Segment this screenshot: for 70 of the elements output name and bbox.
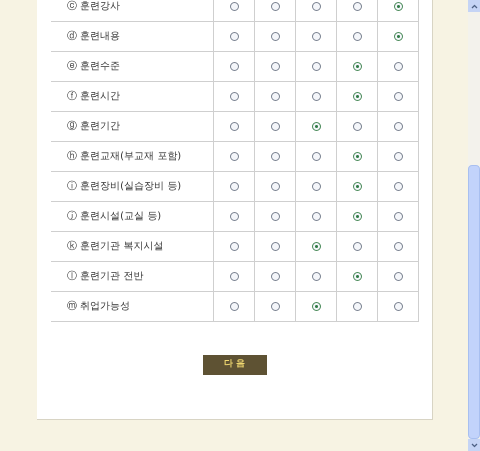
- question-label: ⓖ 훈련기간: [51, 112, 213, 142]
- radio-button[interactable]: [312, 62, 320, 71]
- radio-button[interactable]: [270, 62, 280, 71]
- radio-button[interactable]: [312, 122, 320, 131]
- radio-button[interactable]: [230, 212, 238, 221]
- radio-button[interactable]: [270, 152, 280, 161]
- radio-button[interactable]: [394, 152, 402, 161]
- radio-button[interactable]: [312, 2, 320, 11]
- radio-button[interactable]: [394, 92, 402, 101]
- question-label: ⓛ 훈련기관 전반: [51, 262, 213, 292]
- radio-button[interactable]: [352, 272, 362, 281]
- scrollbar[interactable]: [468, 0, 480, 451]
- radio-button[interactable]: [230, 92, 238, 101]
- question-label: ⓙ 훈련시설(교실 등): [51, 202, 213, 232]
- radio-button[interactable]: [270, 212, 280, 221]
- radio-button[interactable]: [394, 272, 402, 281]
- radio-button[interactable]: [230, 152, 238, 161]
- question-label: ⓓ 훈련내용: [51, 22, 213, 52]
- radio-button[interactable]: [230, 182, 238, 191]
- radio-button[interactable]: [352, 302, 362, 311]
- radio-button[interactable]: [394, 122, 402, 131]
- radio-button[interactable]: [312, 242, 320, 251]
- radio-button[interactable]: [352, 212, 362, 221]
- radio-button[interactable]: [352, 2, 362, 11]
- radio-button[interactable]: [230, 302, 238, 311]
- radio-button[interactable]: [312, 152, 320, 161]
- radio-button[interactable]: [394, 212, 402, 221]
- radio-button[interactable]: [352, 62, 362, 71]
- radio-button[interactable]: [270, 2, 280, 11]
- radio-button[interactable]: [270, 272, 280, 281]
- radio-button[interactable]: [394, 302, 402, 311]
- radio-button[interactable]: [394, 32, 402, 41]
- radio-button[interactable]: [270, 92, 280, 101]
- radio-button[interactable]: [230, 272, 238, 281]
- question-label: ⓘ 훈련장비(실습장비 등): [51, 172, 213, 202]
- radio-button[interactable]: [312, 32, 320, 41]
- radio-button[interactable]: [352, 242, 362, 251]
- radio-button[interactable]: [270, 302, 280, 311]
- radio-button[interactable]: [394, 62, 402, 71]
- radio-button[interactable]: [352, 182, 362, 191]
- radio-button[interactable]: [230, 2, 238, 11]
- scroll-down-icon[interactable]: [468, 439, 480, 451]
- radio-button[interactable]: [352, 152, 362, 161]
- next-button[interactable]: 다 음: [202, 355, 266, 375]
- question-label: ⓜ 취업가능성: [51, 292, 213, 322]
- question-label: ⓚ 훈련기관 복지시설: [51, 232, 213, 262]
- radio-button[interactable]: [270, 32, 280, 41]
- radio-button[interactable]: [312, 92, 320, 101]
- radio-button[interactable]: [230, 122, 238, 131]
- question-label: ⓔ 훈련수준: [51, 52, 213, 82]
- question-label: ⓒ 훈련강사: [51, 0, 213, 22]
- radio-button[interactable]: [312, 182, 320, 191]
- radio-button[interactable]: [270, 122, 280, 131]
- radio-button[interactable]: [394, 2, 402, 11]
- question-label: ⓗ 훈련교재(부교재 포함): [51, 142, 213, 172]
- question-label: ⓕ 훈련시간: [51, 82, 213, 112]
- radio-button[interactable]: [394, 182, 402, 191]
- radio-button[interactable]: [352, 122, 362, 131]
- radio-button[interactable]: [230, 32, 238, 41]
- radio-button[interactable]: [352, 92, 362, 101]
- radio-button[interactable]: [230, 242, 238, 251]
- radio-button[interactable]: [394, 242, 402, 251]
- radio-button[interactable]: [312, 302, 320, 311]
- radio-button[interactable]: [312, 212, 320, 221]
- scroll-up-icon[interactable]: [468, 0, 480, 12]
- radio-button[interactable]: [312, 272, 320, 281]
- radio-button[interactable]: [352, 32, 362, 41]
- radio-button[interactable]: [270, 182, 280, 191]
- radio-button[interactable]: [270, 242, 280, 251]
- radio-button[interactable]: [230, 62, 238, 71]
